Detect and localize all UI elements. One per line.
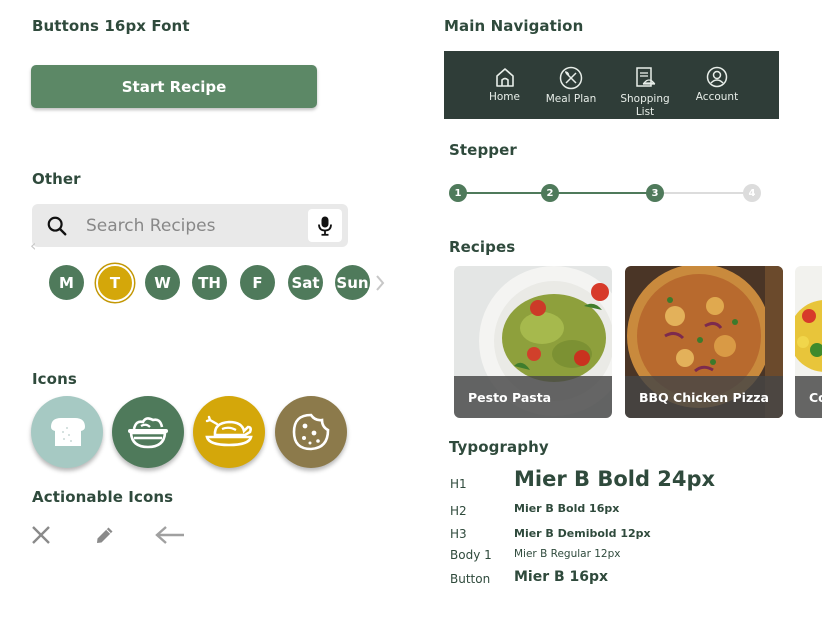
nav-item-account[interactable]: Account: [692, 51, 742, 119]
buttons-heading: Buttons 16px Font: [32, 17, 190, 35]
recipe-card-bbq-chicken-pizza[interactable]: BBQ Chicken Pizza: [625, 266, 783, 418]
typo-sample-body-1: Mier B Regular 12px: [514, 548, 621, 560]
typo-label-button: Button: [450, 572, 491, 586]
typo-label-h2: H2: [450, 504, 467, 518]
typo-sample-h1: Mier B Bold 24px: [514, 467, 716, 491]
day-chip-t[interactable]: T: [96, 264, 134, 302]
actionable-icons-heading: Actionable Icons: [32, 488, 174, 506]
day-chip-w[interactable]: W: [145, 265, 180, 300]
typo-label-body-1: Body 1: [450, 548, 492, 562]
typo-label-h1: H1: [450, 477, 467, 491]
step-1[interactable]: 1: [449, 184, 467, 202]
start-recipe-button[interactable]: Start Recipe: [31, 65, 317, 108]
close-icon[interactable]: [30, 524, 52, 546]
day-chip-sat[interactable]: Sat: [288, 265, 323, 300]
microphone-button[interactable]: [308, 209, 342, 242]
recipe-card-partial[interactable]: Co: [795, 266, 822, 418]
nav-label-account: Account: [695, 91, 739, 103]
pencil-icon[interactable]: [94, 524, 116, 546]
account-icon: [706, 66, 728, 88]
stepper-heading: Stepper: [449, 141, 517, 159]
typo-sample-h3: Mier B Demibold 12px: [514, 527, 651, 540]
utensils-icon: [559, 66, 583, 90]
typo-sample-h2: Mier B Bold 16px: [514, 502, 620, 515]
recipe-card-pesto-pasta[interactable]: Pesto Pasta: [454, 266, 612, 418]
search-icon: [47, 216, 67, 236]
recipe-card-label: Pesto Pasta: [454, 376, 612, 418]
step-2[interactable]: 2: [541, 184, 559, 202]
cookie-icon: [275, 396, 347, 468]
chevron-left-icon[interactable]: ‹: [30, 236, 36, 255]
recipes-heading: Recipes: [449, 238, 516, 256]
microphone-icon: [318, 216, 332, 236]
shopping-list-icon: [636, 67, 656, 87]
nav-item-shopping-list[interactable]: Shopping List: [616, 51, 674, 119]
nav-item-home[interactable]: Home: [486, 51, 523, 119]
nav-label-home: Home: [488, 91, 520, 103]
nav-label-shopping-list: Shopping List: [620, 93, 670, 118]
chevron-right-icon[interactable]: [374, 274, 386, 292]
recipe-card-label: BBQ Chicken Pizza: [625, 376, 783, 418]
day-chip-sun[interactable]: Sun: [335, 265, 370, 300]
stepper-remaining-line: [655, 192, 752, 194]
roast-chicken-icon: [193, 396, 265, 468]
nav-label-meal-plan: Meal Plan: [545, 93, 597, 105]
other-heading: Other: [32, 170, 81, 188]
salad-bowl-icon: [112, 396, 184, 468]
typography-heading: Typography: [449, 438, 549, 456]
icons-heading: Icons: [32, 370, 77, 388]
day-chip-th[interactable]: TH: [192, 265, 227, 300]
search-input[interactable]: [86, 204, 296, 247]
typo-label-h3: H3: [450, 527, 467, 541]
recipe-card-label: Co: [795, 376, 822, 418]
main-navigation-bar: Home Meal Plan Shopping List Account: [444, 51, 779, 119]
step-4[interactable]: 4: [743, 184, 761, 202]
arrow-left-icon[interactable]: [154, 524, 186, 546]
bread-icon: [31, 396, 103, 468]
main-navigation-heading: Main Navigation: [444, 17, 584, 35]
search-bar: [32, 204, 348, 247]
nav-item-meal-plan[interactable]: Meal Plan: [542, 51, 600, 119]
day-chip-f[interactable]: F: [240, 265, 275, 300]
typo-sample-button: Mier B 16px: [514, 569, 609, 585]
home-icon: [495, 68, 514, 87]
step-3[interactable]: 3: [646, 184, 664, 202]
day-chip-m[interactable]: M: [49, 265, 84, 300]
